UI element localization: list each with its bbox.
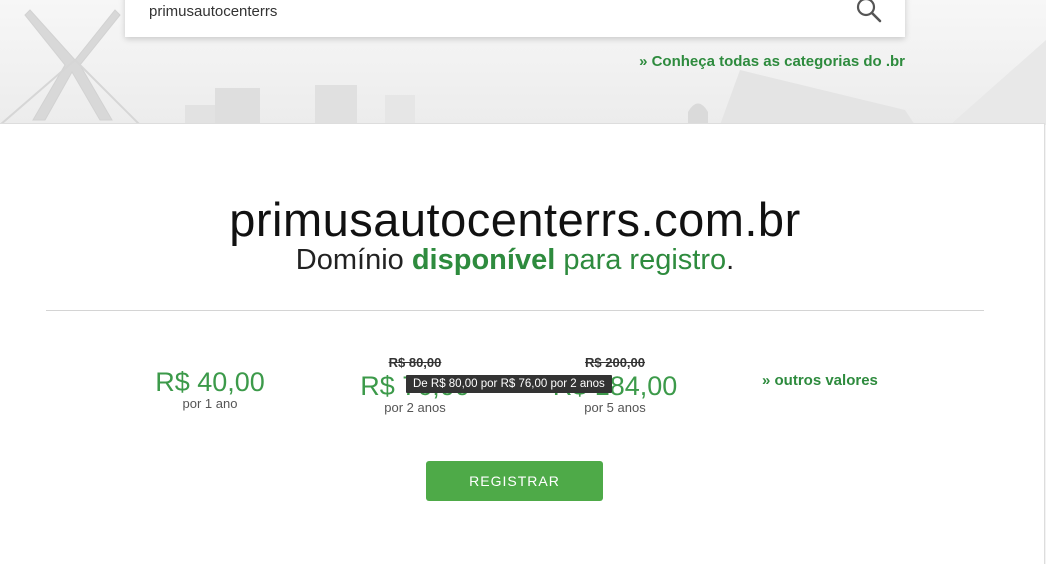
- search-input[interactable]: [149, 0, 829, 22]
- search-box: [125, 0, 905, 37]
- price-period: por 1 ano: [182, 396, 238, 411]
- price-amount: R$ 40,00: [155, 367, 265, 397]
- price-period: por 5 anos: [584, 400, 646, 415]
- status-suffix: para registro: [555, 244, 727, 276]
- price-old: R$ 80,00: [388, 355, 442, 370]
- status-prefix: Domínio: [295, 244, 412, 276]
- other-values-link[interactable]: » outros valores: [762, 372, 878, 389]
- divider: [46, 310, 984, 311]
- price-option-1-year[interactable]: R$ 40,00 por 1 ano: [140, 367, 280, 411]
- register-button[interactable]: REGISTRAR: [426, 461, 603, 501]
- domain-title: primusautocenterrs.com.br: [229, 193, 801, 246]
- status-available: disponível: [411, 244, 556, 276]
- categories-link[interactable]: » Conheça todas as categorias do .br: [639, 53, 905, 70]
- status-end: .: [726, 244, 735, 276]
- price-tooltip: De R$ 80,00 por R$ 76,00 por 2 anos: [406, 375, 612, 393]
- availability-status: Domínio disponível para registro.: [0, 244, 1030, 277]
- price-old: R$ 200,00: [585, 355, 645, 370]
- search-icon[interactable]: [855, 0, 883, 24]
- price-period: por 2 anos: [384, 400, 446, 415]
- result-card: primusautocenterrs.com.br Domínio dispon…: [0, 123, 1045, 564]
